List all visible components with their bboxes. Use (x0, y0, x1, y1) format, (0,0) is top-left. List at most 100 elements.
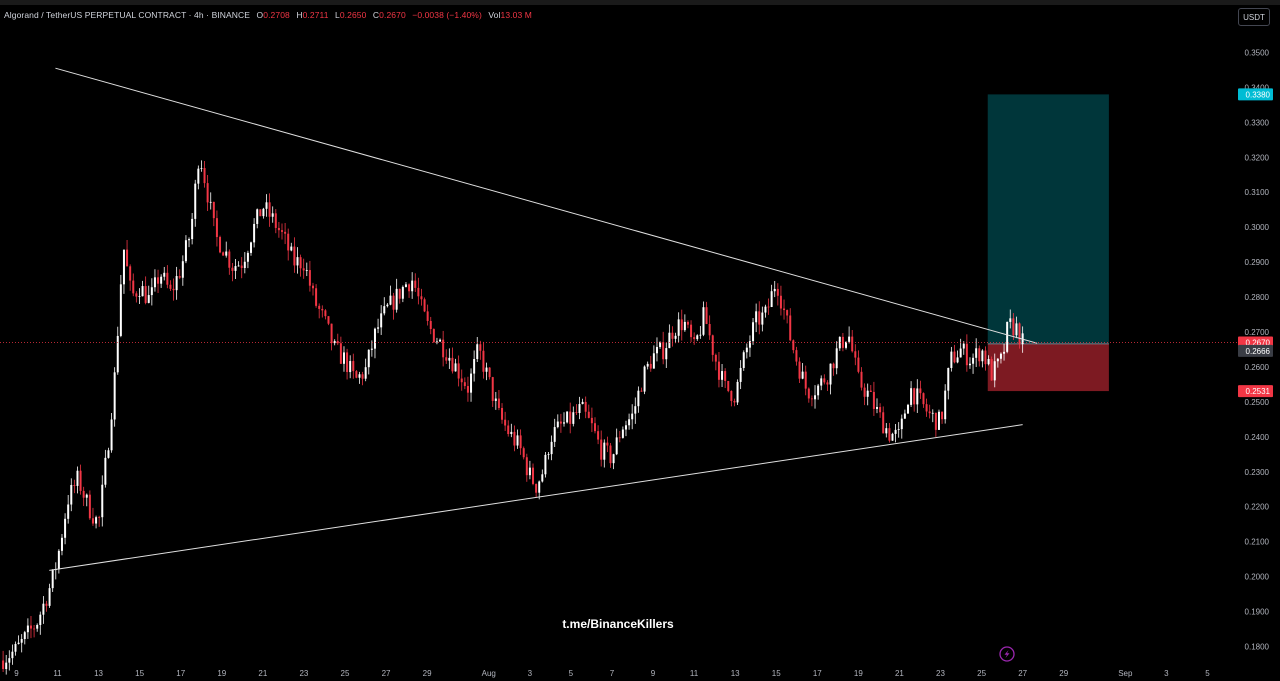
candle (541, 469, 544, 483)
candle (175, 266, 178, 300)
candle (934, 412, 937, 437)
candle (628, 413, 631, 430)
x-tick-label: 3 (1164, 669, 1169, 678)
candle (851, 330, 854, 353)
candle (677, 312, 680, 343)
x-tick-label: 3 (528, 669, 533, 678)
candle (779, 285, 782, 316)
candle (913, 387, 916, 412)
y-tick-label: 0.1800 (1245, 643, 1270, 652)
candle (101, 475, 104, 527)
candle (739, 360, 742, 390)
candle (277, 222, 280, 238)
candle (897, 422, 900, 438)
candle (721, 364, 724, 387)
candle (308, 260, 311, 292)
x-tick-label: 23 (936, 669, 945, 678)
lightning-icon[interactable] (999, 646, 1015, 662)
candle (36, 623, 39, 632)
candle (891, 432, 894, 441)
time-axis[interactable]: 9 11 13 15 17 19 21 23 25 27 29 Aug 3 5 7 9 11 13 15 17 19 21… (14, 669, 1210, 678)
candle (302, 258, 305, 279)
candle (364, 358, 367, 382)
candle (463, 377, 466, 390)
close-value: 0.2670 (379, 10, 406, 20)
target-zone[interactable] (987, 94, 1109, 344)
candle (132, 273, 135, 297)
candle (113, 367, 116, 427)
candle (693, 332, 696, 345)
candle (810, 395, 813, 407)
candle (439, 338, 442, 343)
candle (916, 379, 919, 413)
candle (451, 347, 454, 374)
candle (680, 309, 683, 341)
candle (219, 235, 222, 254)
candle (336, 333, 339, 346)
candle (203, 161, 206, 188)
candle (138, 288, 141, 304)
candle (631, 404, 634, 430)
candle (575, 404, 578, 415)
long-position-tool[interactable] (987, 94, 1109, 392)
candle (990, 356, 993, 381)
symbol-title[interactable]: Algorand / TetherUS PERPETUAL CONTRACT ·… (4, 10, 250, 20)
candle (795, 346, 798, 366)
candle (953, 344, 956, 364)
y-tick-label: 0.2600 (1245, 363, 1270, 372)
candle (141, 280, 144, 297)
currency-button[interactable]: USDT (1238, 8, 1270, 26)
y-tick-label: 0.2100 (1245, 538, 1270, 547)
candle (45, 600, 48, 612)
candle (470, 368, 473, 402)
candle (339, 336, 342, 364)
high-value: 0.2711 (302, 10, 329, 20)
candle (20, 634, 23, 653)
candle (367, 349, 370, 375)
candle (485, 362, 488, 381)
entry-price-tag: 0.2666 (1238, 344, 1273, 357)
candle (823, 374, 826, 385)
candle (817, 383, 820, 400)
candle (640, 387, 643, 392)
candle (494, 391, 497, 410)
candle (448, 348, 451, 369)
candle (941, 411, 944, 424)
candle (683, 314, 686, 332)
candle (984, 346, 987, 371)
candle (674, 332, 677, 344)
candle (696, 334, 699, 341)
x-tick-label: 21 (258, 669, 267, 678)
candle (215, 210, 218, 247)
candle (457, 355, 460, 387)
candle (535, 483, 538, 498)
stop-zone[interactable] (987, 343, 1109, 392)
y-tick-label: 0.2000 (1245, 573, 1270, 582)
candle (501, 403, 504, 424)
candle (714, 353, 717, 371)
candle (637, 386, 640, 413)
candle (773, 280, 776, 298)
symbol-legend: Algorand / TetherUS PERPETUAL CONTRACT ·… (4, 10, 532, 20)
candle (755, 303, 758, 333)
trendline-upper[interactable] (55, 67, 1038, 344)
candle (42, 596, 45, 624)
candle (556, 414, 559, 429)
candle (624, 420, 627, 437)
candle (504, 411, 507, 431)
candle (838, 336, 841, 351)
candle (349, 355, 352, 379)
candle (315, 284, 318, 308)
candle (869, 385, 872, 392)
candle (116, 326, 119, 375)
y-tick-label: 0.2800 (1245, 293, 1270, 302)
candle (355, 370, 358, 379)
candle (476, 336, 479, 362)
trendline-lower[interactable] (49, 424, 1023, 571)
candle (801, 363, 804, 380)
price-chart[interactable]: 0.35000.34000.33000.32000.31000.30000.29… (0, 0, 1280, 681)
x-tick-label: 5 (569, 669, 574, 678)
x-tick-label: 7 (610, 669, 615, 678)
candle (169, 280, 172, 291)
candle (129, 264, 132, 291)
